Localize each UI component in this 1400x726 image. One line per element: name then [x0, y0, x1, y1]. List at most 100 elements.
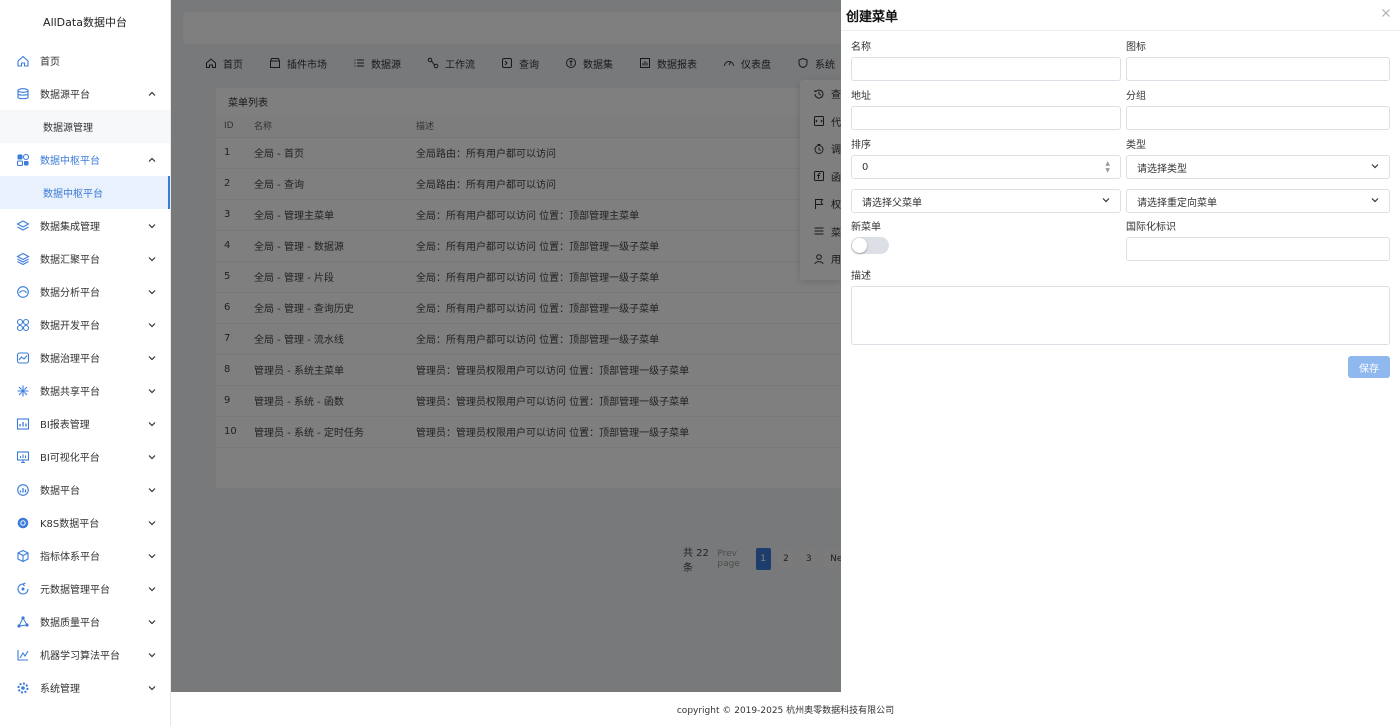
parent-placeholder: 请选择父菜单 [862, 197, 922, 209]
sidebar-subitem-hub-platform[interactable]: 数据中枢平台 [0, 176, 170, 209]
share-icon [16, 384, 30, 398]
settings-icon [16, 681, 30, 695]
name-field-group: 名称 [851, 39, 1121, 81]
meta-icon [16, 581, 30, 596]
drawer-header: 创建菜单 [841, 0, 1400, 31]
sidebar-subitem-datasource-manage[interactable]: 数据源管理 [0, 110, 170, 143]
sidebar-item-analytics[interactable]: 数据分析平台 [0, 275, 170, 308]
icon-input[interactable] [1126, 57, 1390, 81]
sidebar-item-governance[interactable]: 数据治理平台 [0, 341, 170, 374]
chevron-down-icon [148, 618, 156, 626]
create-menu-drawer: 创建菜单 名称 图标 地址 分组 排序 0 ▲ ▼ 类型 请选择类型 请选择父菜… [841, 0, 1400, 692]
chevron-down-icon [1371, 162, 1379, 173]
visual-icon [16, 450, 30, 464]
type-placeholder: 请选择类型 [1137, 163, 1187, 175]
brand-title: AllData数据中台 [43, 16, 127, 29]
sidebar-item-home[interactable]: 首页 [0, 44, 170, 77]
chevron-down-icon [148, 222, 156, 230]
dev-icon [16, 318, 30, 332]
order-value: 0 [862, 161, 869, 173]
k8s-icon [16, 516, 30, 530]
chevron-down-icon [148, 651, 156, 659]
chevron-up-icon [148, 90, 156, 98]
sidebar-item-hub-platform[interactable]: 数据中枢平台 [0, 143, 170, 176]
sidebar-item-integration[interactable]: 数据集成管理 [0, 209, 170, 242]
order-number-input[interactable]: 0 ▲ ▼ [851, 155, 1121, 179]
sidebar-item-bi-report[interactable]: BI报表管理 [0, 407, 170, 440]
close-icon[interactable] [1380, 8, 1392, 20]
chevron-down-icon [148, 552, 156, 560]
chevron-down-icon [1371, 196, 1379, 207]
sidebar-item-metrics[interactable]: 指标体系平台 [0, 539, 170, 572]
hub-icon [16, 153, 30, 167]
desc-field-group: 描述 [851, 268, 1390, 345]
report-icon [16, 417, 30, 431]
stepper-icon[interactable]: ▲ ▼ [1105, 160, 1110, 174]
ml-icon [16, 648, 30, 662]
page-footer: copyright © 2019-2025 杭州奥零数据科技有限公司 [171, 692, 1400, 726]
chevron-down-icon [1102, 196, 1110, 207]
group-field-group: 分组 [1126, 88, 1390, 130]
parent-menu-select[interactable]: 请选择父菜单 [851, 189, 1121, 213]
path-input[interactable] [851, 106, 1121, 130]
redirect-placeholder: 请选择重定向菜单 [1137, 197, 1217, 209]
icon-field-group: 图标 [1126, 39, 1390, 81]
icon-label: 图标 [1126, 42, 1146, 53]
sidebar-menu: 首页 数据源平台 数据源管理 数据中枢平台 数据中枢平台 数据集成管理 数据汇聚… [0, 44, 170, 704]
modal-overlay[interactable] [171, 0, 841, 692]
i18n-input[interactable] [1126, 237, 1390, 261]
governance-icon [16, 351, 30, 365]
type-field-group: 类型 请选择类型 [1126, 137, 1390, 179]
sidebar-item-system[interactable]: 系统管理 [0, 671, 170, 704]
redirect-menu-select[interactable]: 请选择重定向菜单 [1126, 189, 1390, 213]
chart-icon [16, 483, 30, 497]
name-input[interactable] [851, 57, 1121, 81]
sidebar-item-bi-visual[interactable]: BI可视化平台 [0, 440, 170, 473]
group-label: 分组 [1126, 91, 1146, 102]
sidebar-item-convergence[interactable]: 数据汇聚平台 [0, 242, 170, 275]
group-input[interactable] [1126, 106, 1390, 130]
chevron-down-icon [148, 684, 156, 692]
sidebar-item-quality[interactable]: 数据质量平台 [0, 605, 170, 638]
order-label: 排序 [851, 140, 871, 151]
quality-icon [16, 615, 30, 629]
cube-icon [16, 549, 30, 563]
path-label: 地址 [851, 91, 871, 102]
sidebar-item-datasource-platform[interactable]: 数据源平台 [0, 77, 170, 110]
chevron-up-icon [148, 156, 156, 164]
database-icon [16, 87, 30, 101]
chevron-down-icon [148, 585, 156, 593]
i18n-field-group: 国际化标识 [1126, 219, 1390, 261]
chevron-down-icon [148, 288, 156, 296]
sidebar-item-ml[interactable]: 机器学习算法平台 [0, 638, 170, 671]
chevron-down-icon [148, 420, 156, 428]
drawer-title: 创建菜单 [846, 9, 899, 25]
chevron-down-icon [148, 321, 156, 329]
home-icon [16, 54, 30, 68]
new-menu-toggle[interactable] [851, 237, 889, 254]
chevron-down-icon [148, 387, 156, 395]
new-menu-label: 新菜单 [851, 222, 881, 233]
i18n-label: 国际化标识 [1126, 222, 1176, 233]
path-field-group: 地址 [851, 88, 1121, 130]
sidebar-item-development[interactable]: 数据开发平台 [0, 308, 170, 341]
sidebar: AllData数据中台 首页 数据源平台 数据源管理 数据中枢平台 数据中枢平台… [0, 0, 171, 726]
sidebar-item-data-platform[interactable]: 数据平台 [0, 473, 170, 506]
sidebar-item-metadata[interactable]: 元数据管理平台 [0, 572, 170, 605]
redirect-field-group: 请选择重定向菜单 [1126, 189, 1390, 213]
parent-field-group: 请选择父菜单 [851, 189, 1121, 213]
sidebar-item-sharing[interactable]: 数据共享平台 [0, 374, 170, 407]
new-menu-field-group: 新菜单 [851, 219, 889, 254]
type-select[interactable]: 请选择类型 [1126, 155, 1390, 179]
save-button[interactable]: 保存 [1348, 356, 1390, 378]
chevron-down-icon [148, 519, 156, 527]
description-textarea[interactable] [851, 286, 1390, 345]
chevron-down-icon [148, 354, 156, 362]
chevron-down-icon [148, 255, 156, 263]
chevron-down-icon [148, 486, 156, 494]
name-label: 名称 [851, 42, 871, 53]
order-field-group: 排序 0 ▲ ▼ [851, 137, 1121, 179]
sidebar-item-k8s[interactable]: K8S数据平台 [0, 506, 170, 539]
desc-label: 描述 [851, 271, 871, 282]
toggle-knob [852, 238, 867, 253]
